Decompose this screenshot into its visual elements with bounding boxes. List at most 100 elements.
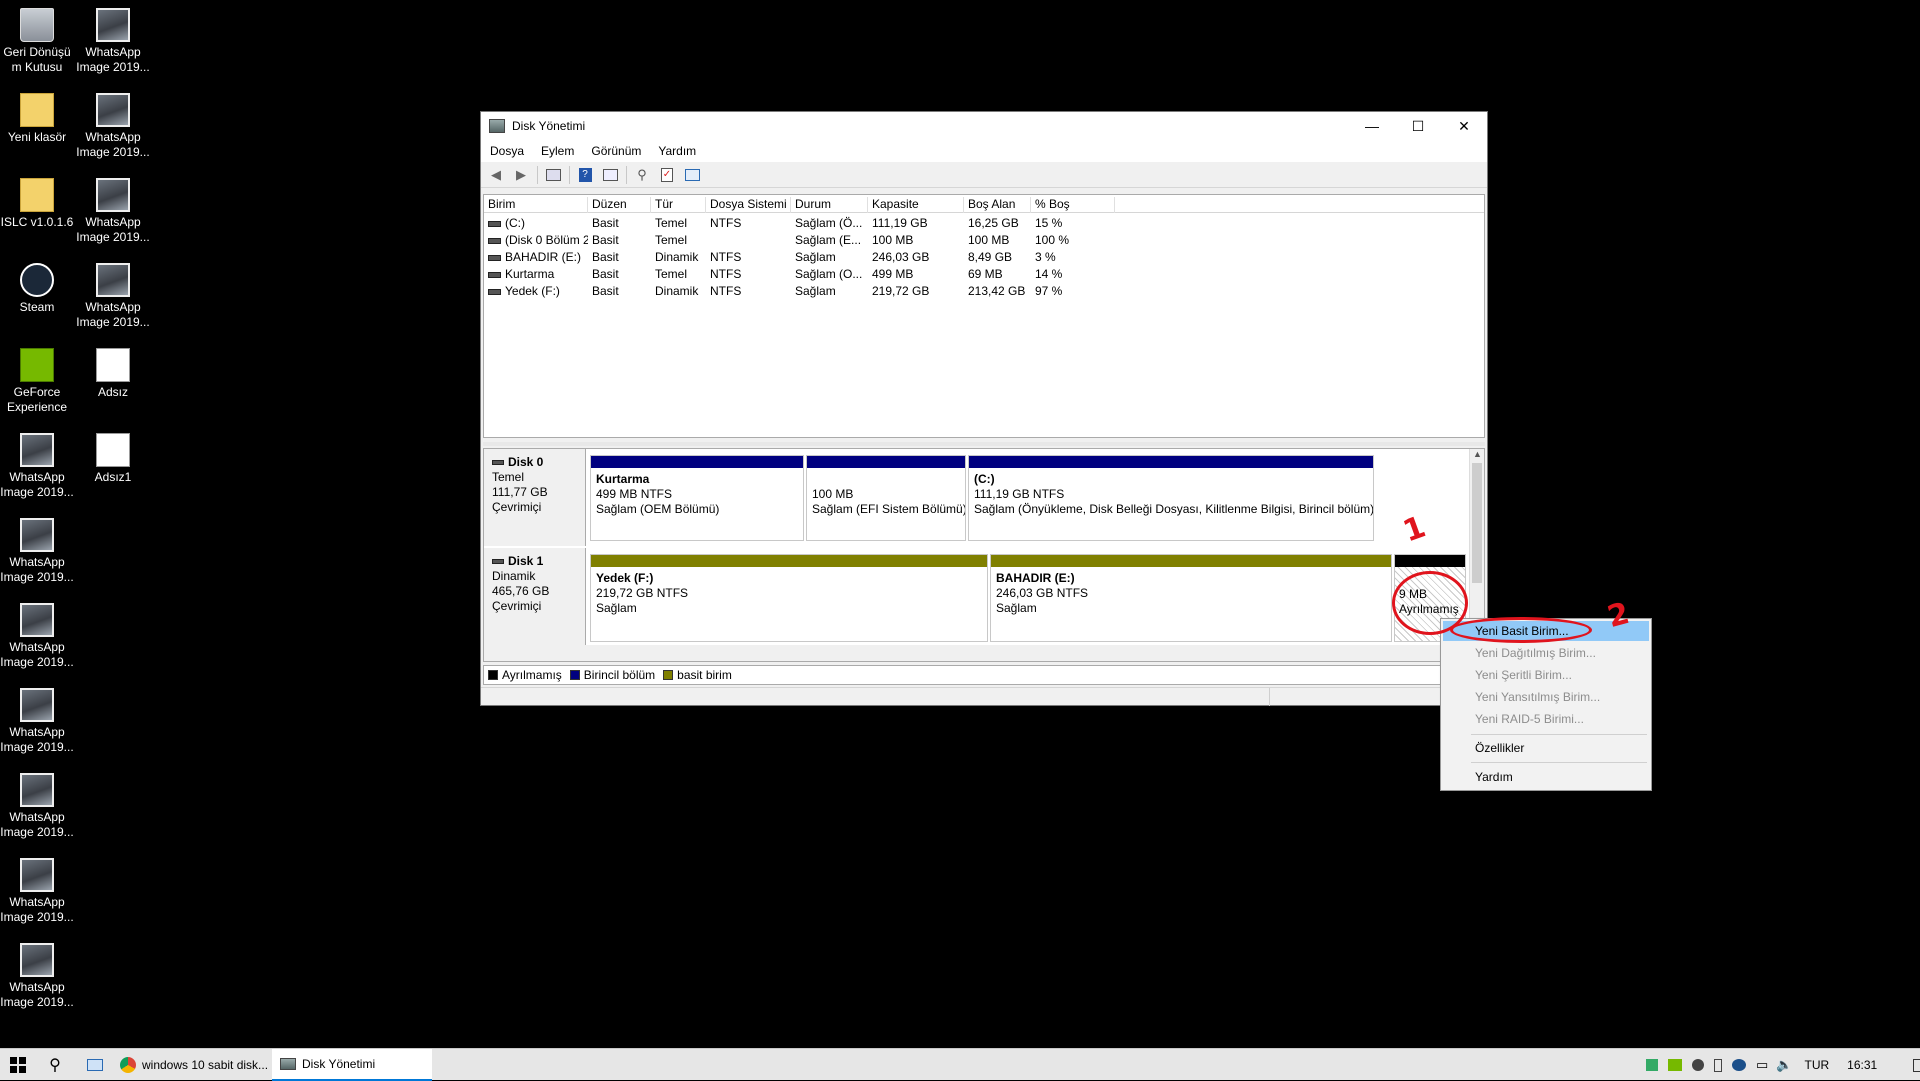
desktop-icon-file[interactable]: WhatsApp Image 2019... xyxy=(0,858,77,925)
desktop-icon-file[interactable]: WhatsApp Image 2019... xyxy=(73,178,153,245)
desktop-icon-file[interactable]: WhatsApp Image 2019... xyxy=(0,433,77,500)
cell-text: Basit xyxy=(592,267,619,281)
volume-icon[interactable]: 🔈 xyxy=(1776,1057,1792,1073)
scroll-up-icon[interactable]: ▲ xyxy=(1473,449,1482,459)
column-header[interactable]: Düzen xyxy=(588,197,651,213)
clock[interactable]: 16:31 xyxy=(1847,1058,1877,1072)
desktop-icon-label: Yeni klasör xyxy=(7,130,67,144)
close-button[interactable]: ✕ xyxy=(1441,112,1487,140)
partition-status: Sağlam (EFI Sistem Bölümü) xyxy=(812,502,966,516)
check-icon[interactable]: ✓ xyxy=(658,167,676,183)
cell-text: 499 MB xyxy=(872,267,914,281)
connect-icon[interactable]: ⚲ xyxy=(633,167,651,183)
table-cell: Basit xyxy=(588,250,651,264)
partition-kurtarma[interactable]: Kurtarma 499 MB NTFS Sağlam (OEM Bölümü) xyxy=(590,455,804,541)
notifications-icon[interactable] xyxy=(1913,1058,1920,1072)
column-header[interactable]: Durum xyxy=(791,197,868,213)
partition-bahadir[interactable]: BAHADIR (E:) 246,03 GB NTFS Sağlam xyxy=(990,554,1392,642)
column-header[interactable]: Kapasite xyxy=(868,197,964,213)
search-icon[interactable]: ⚲ xyxy=(40,1049,70,1081)
table-cell: Temel xyxy=(651,233,706,247)
desktop-icon-file[interactable]: WhatsApp Image 2019... xyxy=(73,263,153,330)
show-hide-tree-icon[interactable] xyxy=(544,167,562,183)
cell-text: Temel xyxy=(655,233,688,247)
desktop-icon-file[interactable]: WhatsApp Image 2019... xyxy=(0,773,77,840)
partition-yedek[interactable]: Yedek (F:) 219,72 GB NTFS Sağlam xyxy=(590,554,988,642)
usb-icon[interactable] xyxy=(1714,1058,1722,1072)
table-row[interactable]: Yedek (F:) Basit Dinamik NTFS Sağlam 219,72 G… xyxy=(484,283,1484,300)
properties-icon[interactable] xyxy=(601,167,619,183)
cell-text: Temel xyxy=(655,267,688,281)
cell-text: Basit xyxy=(592,284,619,298)
cell-text: Basit xyxy=(592,233,619,247)
menu-item-properties[interactable]: Özellikler xyxy=(1443,738,1649,758)
taskbar-item-disk-management[interactable]: Disk Yönetimi xyxy=(272,1049,432,1081)
desktop-icon-file[interactable]: WhatsApp Image 2019... xyxy=(0,603,77,670)
partition-size: 246,03 GB NTFS xyxy=(996,586,1089,600)
column-header[interactable]: Dosya Sistemi xyxy=(706,197,791,213)
language-indicator[interactable]: TUR xyxy=(1804,1058,1829,1072)
minimize-button[interactable]: — xyxy=(1349,112,1395,140)
menu-yardim[interactable]: Yardım xyxy=(658,144,696,158)
legend: Ayrılmamış Birincil bölüm basit birim xyxy=(483,665,1485,685)
splitter[interactable] xyxy=(483,442,1485,446)
disk-0-info[interactable]: Disk 0 Temel 111,77 GB Çevrimiçi xyxy=(484,449,586,546)
tray-app-icon[interactable] xyxy=(1646,1059,1658,1071)
menu-separator xyxy=(1471,762,1647,763)
desktop-icon-label: WhatsApp Image 2019... xyxy=(76,45,150,74)
cell-text: 100 MB xyxy=(872,233,914,247)
partition-status: Sağlam xyxy=(996,601,1037,615)
network-app-icon[interactable] xyxy=(1732,1059,1746,1071)
desktop-icon-file[interactable]: WhatsApp Image 2019... xyxy=(0,518,77,585)
scroll-thumb[interactable] xyxy=(1472,463,1482,583)
disk-1-info[interactable]: Disk 1 Dinamik 465,76 GB Çevrimiçi xyxy=(484,548,586,645)
start-button[interactable] xyxy=(0,1049,36,1081)
task-view-icon[interactable] xyxy=(80,1049,110,1081)
desktop-icon-file[interactable]: WhatsApp Image 2019... xyxy=(0,943,77,1010)
back-icon[interactable]: ◀ xyxy=(487,167,505,183)
desktop-icon-adsiz[interactable]: Adsız xyxy=(73,348,153,400)
desktop-icon-steam[interactable]: Steam xyxy=(0,263,77,315)
desktop-icon-geforce[interactable]: GeForce Experience xyxy=(0,348,77,415)
graph-footer xyxy=(484,645,1468,661)
desktop-icon-recycle-bin[interactable]: Geri Dönüşü m Kutusu xyxy=(0,8,77,75)
menu-item-help[interactable]: Yardım xyxy=(1443,767,1649,787)
partition-efi[interactable]: 100 MB Sağlam (EFI Sistem Bölümü) xyxy=(806,455,966,541)
disk-icon xyxy=(492,559,504,565)
desktop-icon-adsiz1[interactable]: Adsız1 xyxy=(73,433,153,485)
chrome-icon xyxy=(120,1057,136,1073)
steam-icon[interactable] xyxy=(1692,1059,1704,1071)
partition-size: 111,19 GB NTFS xyxy=(974,487,1065,501)
table-row[interactable]: Kurtarma Basit Temel NTFS Sağlam (O... 499 MB… xyxy=(484,266,1484,283)
taskbar-item-chrome[interactable]: windows 10 sabit disk... xyxy=(112,1049,270,1081)
maximize-button[interactable]: ☐ xyxy=(1395,112,1441,140)
menu-gorunum[interactable]: Görünüm xyxy=(591,144,641,158)
table-row[interactable]: (C:) Basit Temel NTFS Sağlam (Ö... 111,19 GB 1… xyxy=(484,215,1484,232)
desktop-icon-label: Steam xyxy=(19,300,55,314)
settings-icon[interactable] xyxy=(683,167,701,183)
table-row[interactable]: (Disk 0 Bölüm 2) Basit Temel Sağlam (E... 10… xyxy=(484,232,1484,249)
menu-dosya[interactable]: Dosya xyxy=(490,144,524,158)
column-header[interactable]: Tür xyxy=(651,197,706,213)
desktop-icon-folder[interactable]: Yeni klasör xyxy=(0,93,77,145)
desktop-icon-file[interactable]: WhatsApp Image 2019... xyxy=(73,93,153,160)
desktop-icon-file[interactable]: WhatsApp Image 2019... xyxy=(73,8,153,75)
partition-c[interactable]: (C:) 111,19 GB NTFS Sağlam (Önyükleme, Dis… xyxy=(968,455,1374,541)
desktop-icon-file[interactable]: WhatsApp Image 2019... xyxy=(0,688,77,755)
cell-text: 16,25 GB xyxy=(968,216,1019,230)
network-icon[interactable]: ▭ xyxy=(1756,1057,1768,1073)
menu-eylem[interactable]: Eylem xyxy=(541,144,574,158)
column-header[interactable]: Boş Alan xyxy=(964,197,1031,213)
title-bar[interactable]: Disk Yönetimi — ☐ ✕ xyxy=(481,112,1487,140)
help-icon[interactable]: ? xyxy=(576,167,594,183)
table-cell: 499 MB xyxy=(868,267,964,281)
column-header[interactable]: % Boş xyxy=(1031,197,1115,213)
forward-icon[interactable]: ▶ xyxy=(512,167,530,183)
nvidia-icon[interactable] xyxy=(1668,1059,1682,1071)
table-row[interactable]: BAHADIR (E:) Basit Dinamik NTFS Sağlam 246,03… xyxy=(484,249,1484,266)
toolbar-separator xyxy=(537,165,538,184)
table-cell: Yedek (F:) xyxy=(484,284,588,298)
column-header[interactable]: Birim xyxy=(484,197,588,213)
disk-icon xyxy=(492,460,504,466)
desktop-icon-islc[interactable]: ISLC v1.0.1.6 xyxy=(0,178,77,230)
